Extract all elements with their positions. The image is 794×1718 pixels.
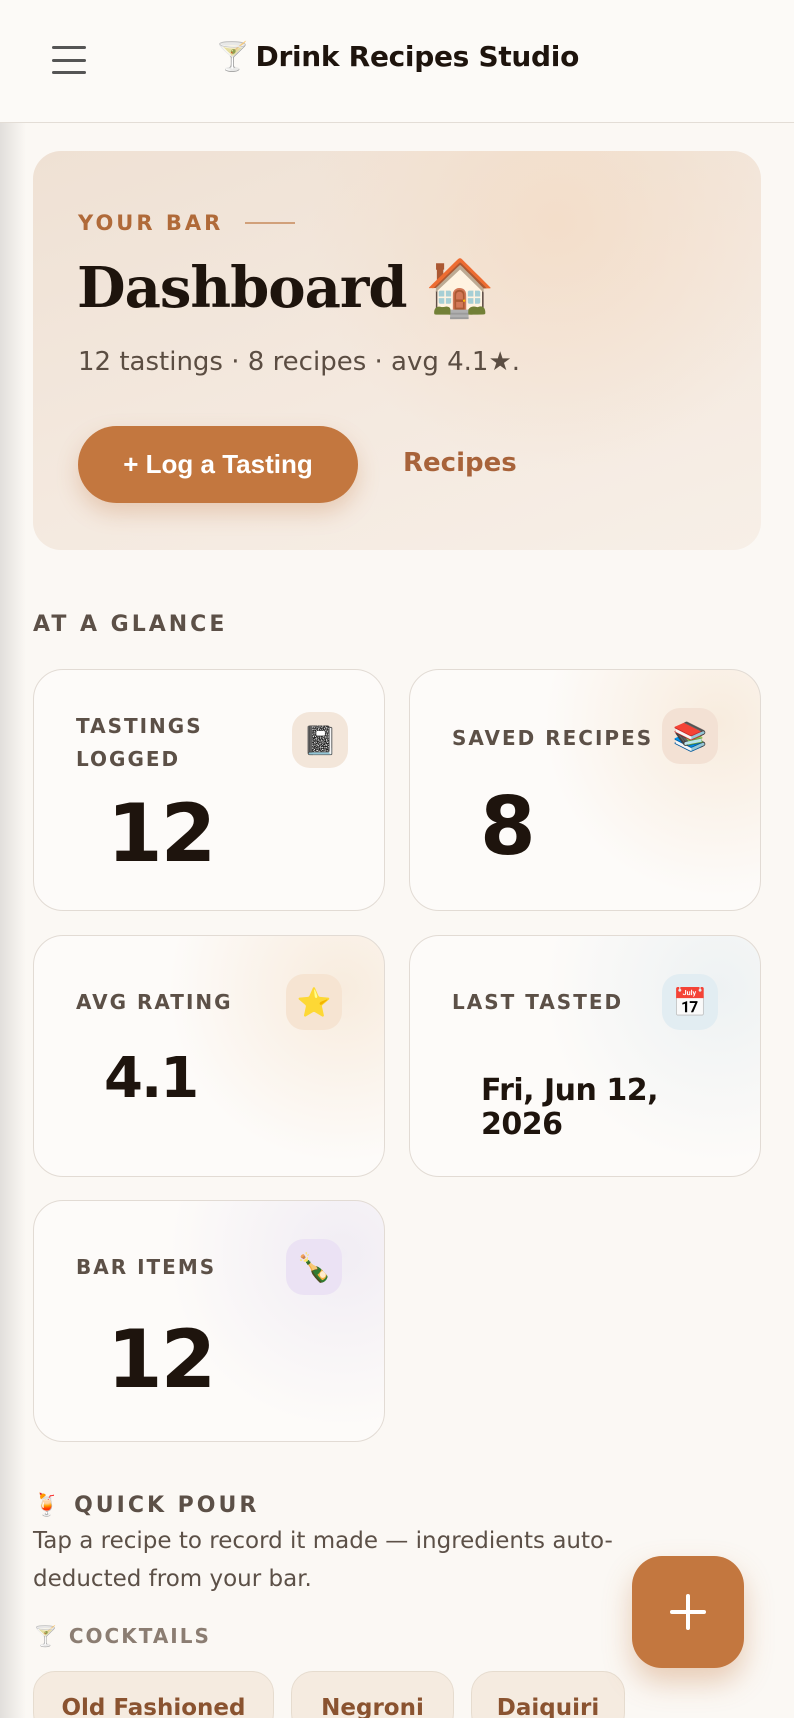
star-icon: ⭐ [286, 974, 342, 1030]
tropical-drink-icon: 🍹 [33, 1493, 64, 1518]
cocktail-glass-icon: 🍸 [33, 1624, 60, 1648]
at-a-glance-heading: AT A GLANCE [33, 612, 228, 637]
quick-pour-heading-text: QUICK POUR [74, 1493, 260, 1518]
stat-card-bar-items[interactable]: BAR ITEMS 🍾 12 [33, 1200, 385, 1442]
stat-value: Fri, Jun 12, 2026 [481, 1073, 658, 1142]
notebook-icon: 📓 [292, 712, 348, 768]
category-label-text: COCKTAILS [68, 1624, 211, 1648]
cocktail-glass-icon: 🍸 [214, 40, 250, 73]
dashboard-hero-card: YOUR BAR Dashboard 🏠 12 tastings · 8 rec… [33, 151, 761, 550]
quick-pour-description: Tap a recipe to record it made — ingredi… [33, 1528, 613, 1592]
add-fab-button[interactable] [632, 1556, 744, 1668]
stat-label: LAST TASTED [452, 990, 624, 1014]
recipe-chip-old-fashioned[interactable]: Old Fashioned [33, 1671, 274, 1718]
stat-value: 8 [480, 780, 536, 873]
category-label: 🍸 COCKTAILS [33, 1624, 211, 1648]
drawer-edge-shadow [0, 0, 26, 1718]
stat-label: SAVED RECIPES [452, 726, 654, 750]
stat-card-last-tasted[interactable]: LAST TASTED 📅 Fri, Jun 12, 2026 [409, 935, 761, 1177]
stat-label: BAR ITEMS [76, 1255, 217, 1279]
recipe-chip-negroni[interactable]: Negroni [291, 1671, 454, 1718]
plus-icon [670, 1594, 706, 1630]
stat-card-avg-rating[interactable]: AVG RATING ⭐ 4.1 [33, 935, 385, 1177]
hero-eyebrow: YOUR BAR [78, 211, 296, 235]
stat-value: 12 [107, 1313, 216, 1406]
app-title-text: Drink Recipes Studio [255, 40, 580, 73]
stat-card-tastings-logged[interactable]: TASTINGS LOGGED 📓 12 [33, 669, 385, 911]
top-app-bar: 🍸 Drink Recipes Studio [0, 0, 794, 123]
quick-pour-heading: 🍹 QUICK POUR [33, 1493, 259, 1518]
stat-label: TASTINGS LOGGED [76, 714, 203, 771]
hero-eyebrow-text: YOUR BAR [78, 211, 224, 235]
eyebrow-divider [245, 222, 296, 224]
stat-value: 12 [107, 787, 216, 880]
page-title: Dashboard 🏠 [77, 255, 495, 321]
app-title: 🍸 Drink Recipes Studio [0, 40, 794, 73]
log-tasting-button[interactable]: + Log a Tasting [78, 426, 358, 503]
recipes-link[interactable]: Recipes [403, 448, 517, 478]
calendar-icon: 📅 [662, 974, 718, 1030]
stat-label: AVG RATING [76, 990, 233, 1014]
bottle-icon: 🍾 [286, 1239, 342, 1295]
stat-card-saved-recipes[interactable]: SAVED RECIPES 📚 8 [409, 669, 761, 911]
stat-value: 4.1 [104, 1046, 199, 1111]
hero-summary: 12 tastings · 8 recipes · avg 4.1★. [78, 347, 521, 377]
books-icon: 📚 [662, 708, 718, 764]
recipe-chip-daiquiri[interactable]: Daiquiri [471, 1671, 625, 1718]
